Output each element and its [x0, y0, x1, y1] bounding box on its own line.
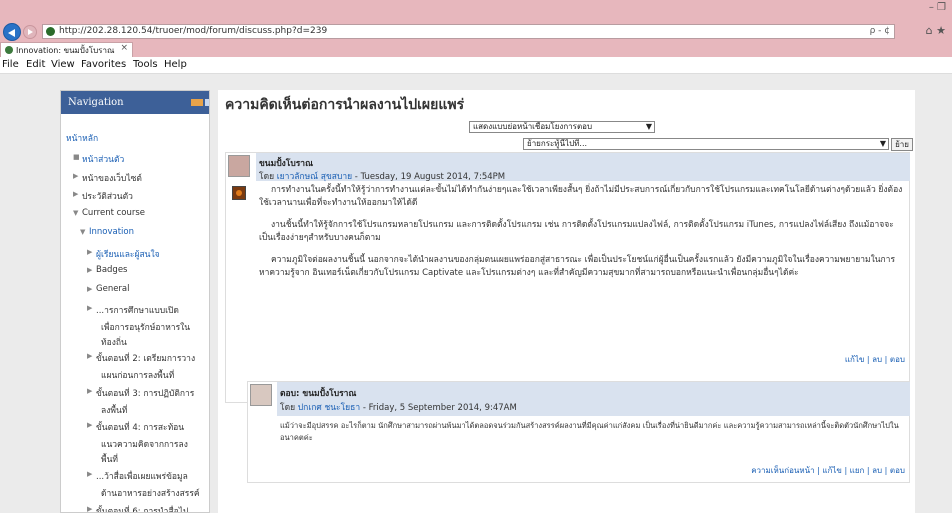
collapsed-arrow-icon[interactable]: ▶ [87, 266, 92, 274]
nav-item[interactable]: Innovation [89, 227, 134, 237]
nav-item[interactable]: General [96, 284, 130, 294]
post-author-line: โดย เยาวลักษณ์ สุขสบาย - Tuesday, 19 Aug… [259, 169, 505, 183]
nav-item[interactable]: ผู้เรียนและผู้สนใจ [96, 247, 160, 261]
author-link[interactable]: เยาวลักษณ์ สุขสบาย [277, 172, 352, 182]
expanded-arrow-icon[interactable]: ▼ [73, 209, 78, 217]
collapsed-arrow-icon[interactable]: ▶ [87, 505, 92, 512]
forward-button[interactable] [23, 25, 37, 39]
url-text[interactable]: http://202.28.120.54/truoer/mod/forum/di… [59, 26, 327, 36]
page-title: ความคิดเห็นต่อการนำผลงานไปเผยแพร่ [225, 97, 465, 113]
move-discussion-select[interactable]: ย้ายกระทู้นี้ไปที่... ▼ [523, 138, 889, 150]
forum-reply: ตอบ: ขนมปั้งโบราณ โดย ปกเกศ ชนะโยธา - Fr… [247, 381, 910, 483]
reply-paragraph: แม้ว่าจะมีอุปสรรค อะไรก็ตาม นักศึกษาสามา… [280, 421, 899, 442]
reply-date: - Friday, 5 September 2014, 9:47AM [360, 403, 517, 413]
navigation-header: Navigation [61, 91, 209, 114]
collapsed-arrow-icon[interactable]: ▶ [87, 387, 92, 395]
menu-view[interactable]: View [51, 59, 75, 70]
nav-item[interactable]: แนวความคิดจากการลง [101, 437, 188, 451]
author-avatar[interactable] [250, 384, 272, 406]
chevron-down-icon: ▼ [645, 122, 652, 131]
nav-item[interactable]: ประวัติส่วนตัว [82, 189, 133, 203]
by-label: โดย [280, 403, 296, 413]
search-refresh-icon[interactable]: ρ - ¢ [870, 26, 890, 36]
collapsed-arrow-icon[interactable]: ▶ [73, 190, 78, 198]
page: Navigation หน้าหลัก ■ หน้าส่วนตัว ▶ หน้าของเ… [0, 74, 952, 513]
tab-row: Innovation: ขนมปั้งโบราณ × [0, 42, 952, 57]
tab-innovation[interactable]: Innovation: ขนมปั้งโบราณ × [0, 42, 133, 57]
menu-edit[interactable]: Edit [26, 59, 45, 70]
tab-favicon [5, 46, 13, 54]
display-mode-value: แสดงแบบย่อหน้าเชื่อมโยงการตอบ [473, 122, 593, 131]
post-commands[interactable]: แก้ไข | ลบ | ตอบ [845, 353, 905, 366]
nav-item[interactable]: พื้นที่ [101, 452, 118, 466]
collapsed-arrow-icon[interactable]: ▶ [87, 304, 92, 312]
nav-item[interactable]: ขั้นตอนที่ 2: เตรียมการวาง [96, 351, 195, 365]
expanded-arrow-icon[interactable]: ▼ [80, 228, 85, 236]
author-link[interactable]: ปกเกศ ชนะโยธา [298, 403, 360, 413]
collapse-icon[interactable] [205, 99, 209, 106]
nav-item[interactable]: ท้องถิ่น [101, 335, 127, 349]
site-icon [46, 27, 55, 36]
address-bar[interactable]: http://202.28.120.54/truoer/mod/forum/di… [42, 24, 895, 39]
move-button[interactable]: ย้าย [891, 138, 913, 151]
nav-item[interactable]: เพื่อการอนุรักษ์อาหารใน [101, 320, 190, 334]
reply-author-line: โดย ปกเกศ ชนะโยธา - Friday, 5 September … [280, 400, 517, 414]
nav-item[interactable]: ด้านอาหารอย่างสร้างสรรค์ [101, 486, 200, 500]
main-content: ความคิดเห็นต่อการนำผลงานไปเผยแพร่ แสดงแบ… [218, 90, 915, 513]
post-subject: ขนมปั้งโบราณ [259, 159, 313, 169]
bullet-icon[interactable]: ■ [73, 153, 80, 161]
group-icon [232, 186, 246, 200]
home-favorites-icon[interactable]: ⌂ ★ [926, 24, 946, 37]
collapsed-arrow-icon[interactable]: ▶ [87, 285, 92, 293]
nav-item[interactable]: ขั้นตอนที่ 4: การสะท้อน [96, 420, 184, 434]
reply-body: แม้ว่าจะมีอุปสรรค อะไรก็ตาม นักศึกษาสามา… [280, 420, 906, 453]
nav-item[interactable]: ...ารการศึกษาแบบเปิด [96, 303, 179, 317]
menu-help[interactable]: Help [164, 59, 187, 70]
navigation-block: Navigation หน้าหลัก ■ หน้าส่วนตัว ▶ หน้าของเ… [60, 90, 210, 513]
forum-post: ขนมปั้งโบราณ โดย เยาวลักษณ์ สุขสบาย - Tu… [225, 152, 910, 403]
post-paragraph: งานชิ้นนี้ทำให้รู้จักการใช้โปรแกรมหลายโป… [259, 220, 894, 243]
window-controls[interactable]: – ❐ [929, 2, 946, 13]
reply-commands[interactable]: ความเห็นก่อนหน้า | แก้ไข | แยก | ลบ | ตอ… [751, 464, 905, 477]
nav-item[interactable]: Current course [82, 208, 145, 218]
menu-file[interactable]: File [2, 59, 19, 70]
nav-item[interactable]: หน้าส่วนตัว [82, 152, 124, 166]
back-button[interactable] [3, 23, 21, 41]
address-row: http://202.28.120.54/truoer/mod/forum/di… [0, 22, 952, 42]
post-body: การทำงานในครั้งนี้ทำให้รู้ว่าการทำงานแต่… [259, 184, 905, 289]
collapsed-arrow-icon[interactable]: ▶ [87, 248, 92, 256]
post-date: - Tuesday, 19 August 2014, 7:54PM [352, 172, 506, 182]
tab-title: Innovation: ขนมปั้งโบราณ [16, 46, 115, 55]
author-avatar[interactable] [228, 155, 250, 177]
post-paragraph: การทำงานในครั้งนี้ทำให้รู้ว่าการทำงานแต่… [259, 185, 903, 208]
chevron-down-icon: ▼ [879, 139, 886, 148]
collapsed-arrow-icon[interactable]: ▶ [87, 470, 92, 478]
navigation-title: Navigation [68, 97, 124, 108]
nav-item[interactable]: ขั้นตอนที่ 3: การปฏิบัติการ [96, 386, 194, 400]
menu-tools[interactable]: Tools [133, 59, 158, 70]
collapsed-arrow-icon[interactable]: ▶ [87, 352, 92, 360]
nav-item[interactable]: หน้าหลัก [66, 131, 98, 145]
window-titlebar: – ❐ [0, 0, 952, 22]
by-label: โดย [259, 172, 275, 182]
nav-item[interactable]: ลงพื้นที่ [101, 403, 127, 417]
nav-item[interactable]: ...ว้าสื่อเพื่อเผยแพร่ข้อมูล [96, 469, 188, 483]
display-mode-select[interactable]: แสดงแบบย่อหน้าเชื่อมโยงการตอบ ▼ [469, 121, 655, 133]
nav-item[interactable]: Badges [96, 265, 128, 275]
move-discussion-value: ย้ายกระทู้นี้ไปที่... [527, 139, 588, 148]
nav-item[interactable]: ขั้นตอนที่ 6: การนำสื่อไป [96, 504, 188, 512]
collapsed-arrow-icon[interactable]: ▶ [73, 172, 78, 180]
tab-close-icon[interactable]: × [120, 43, 128, 53]
collapsed-arrow-icon[interactable]: ▶ [87, 421, 92, 429]
nav-item[interactable]: แผนก่อนการลงพื้นที่ [101, 368, 174, 382]
nav-item[interactable]: หน้าของเว็บไซต์ [82, 171, 142, 185]
dock-icon[interactable] [191, 99, 203, 106]
post-paragraph: ความภูมิใจต่อผลงานชิ้นนี้ นอกจากจะได้นำผ… [259, 255, 896, 278]
reply-subject: ตอบ: ขนมปั้งโบราณ [280, 389, 357, 399]
menu-bar: File Edit View Favorites Tools Help [0, 57, 952, 74]
menu-favorites[interactable]: Favorites [81, 59, 126, 70]
